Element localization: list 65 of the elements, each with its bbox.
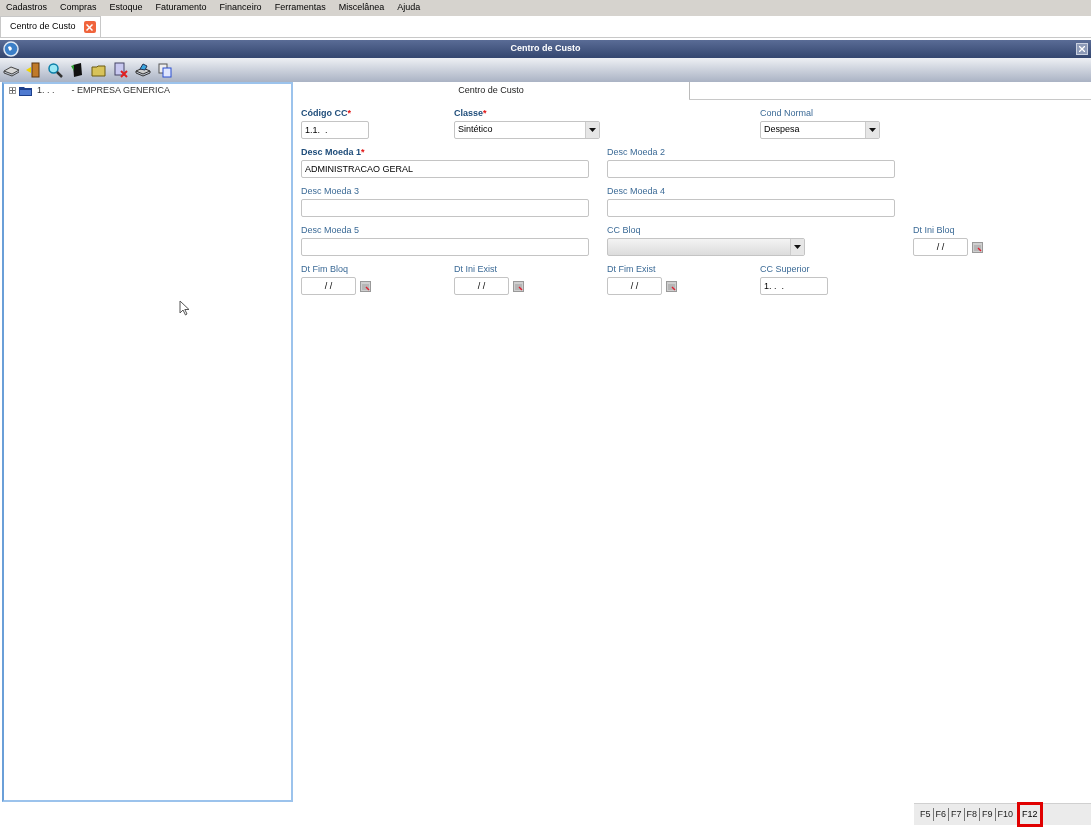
- calendar-icon[interactable]: [666, 280, 677, 292]
- input-field[interactable]: ADMINISTRACAO GERAL: [301, 160, 589, 178]
- input-field[interactable]: [607, 160, 895, 178]
- menu-item[interactable]: Estoque: [109, 1, 143, 15]
- copy-icon[interactable]: [157, 62, 173, 78]
- dropdown[interactable]: Despesa: [760, 121, 880, 139]
- calendar-icon[interactable]: [972, 241, 983, 253]
- field-label: CC Superior: [760, 263, 811, 275]
- caret-icon: [790, 239, 804, 255]
- calendar-icon[interactable]: [513, 280, 524, 292]
- menu-item[interactable]: Compras: [60, 1, 97, 15]
- folder-icon[interactable]: [91, 62, 107, 78]
- field-label: Dt Fim Bloq: [301, 263, 349, 275]
- field-label: Cond Normal: [760, 107, 815, 119]
- input-field[interactable]: [607, 199, 895, 217]
- field-label: Dt Ini Bloq: [913, 224, 956, 236]
- binder-icon[interactable]: [69, 62, 85, 78]
- menu-item[interactable]: Miscelânea: [338, 1, 385, 15]
- expander-icon[interactable]: [9, 87, 16, 94]
- field-label: CC Bloq: [607, 224, 642, 236]
- search-icon[interactable]: [47, 62, 63, 78]
- menu-item[interactable]: Faturamento: [155, 1, 207, 15]
- printer-icon[interactable]: [135, 62, 151, 78]
- function-key[interactable]: F10: [994, 807, 1016, 822]
- function-key[interactable]: F12: [1017, 801, 1043, 828]
- door-exit-icon[interactable]: [25, 62, 41, 78]
- globe-icon: [3, 41, 19, 57]
- delete-document-icon[interactable]: [113, 62, 129, 78]
- field-label: Desc Moeda 3: [301, 185, 361, 197]
- date-field[interactable]: / /: [301, 277, 356, 295]
- field-label: Desc Moeda 1*: [301, 146, 366, 158]
- field-label: Desc Moeda 2: [607, 146, 667, 158]
- cursor-icon: [179, 300, 190, 316]
- caret-icon: [585, 122, 599, 138]
- function-key[interactable]: F6: [932, 807, 949, 822]
- tab[interactable]: Centro de Custo: [0, 16, 101, 37]
- tree-node-label[interactable]: - EMPRESA GENERICA: [71, 83, 171, 98]
- function-key[interactable]: F9: [979, 807, 995, 822]
- input-field[interactable]: 1.1. .: [301, 121, 369, 139]
- input-field[interactable]: [301, 238, 589, 256]
- field-label: Desc Moeda 5: [301, 224, 361, 236]
- input-field[interactable]: 1. . .: [760, 277, 828, 295]
- calendar-icon[interactable]: [360, 280, 371, 292]
- menu-item[interactable]: Cadastros: [6, 1, 48, 15]
- menu-item[interactable]: Ajuda: [397, 1, 421, 15]
- menu-item[interactable]: Ferramentas: [274, 1, 326, 15]
- dropdown[interactable]: Sintético: [454, 121, 600, 139]
- function-key[interactable]: F5: [918, 807, 933, 822]
- date-field[interactable]: / /: [607, 277, 662, 295]
- field-label: Desc Moeda 4: [607, 185, 667, 197]
- field-label: Dt Fim Exist: [607, 263, 657, 275]
- folder-icon: [19, 85, 32, 96]
- function-key[interactable]: F8: [963, 807, 980, 822]
- input-field[interactable]: [301, 199, 589, 217]
- tree-node-code[interactable]: 1. . .: [37, 83, 55, 98]
- field-label: Código CC*: [301, 107, 352, 119]
- field-label: Dt Ini Exist: [454, 263, 498, 275]
- date-field[interactable]: / /: [454, 277, 509, 295]
- caret-icon: [865, 122, 879, 138]
- window-title: Centro de Custo: [510, 42, 581, 56]
- field-label: Classe*: [454, 107, 488, 119]
- date-field[interactable]: / /: [913, 238, 968, 256]
- menu-item[interactable]: Financeiro: [219, 1, 262, 15]
- close-icon[interactable]: [83, 21, 96, 33]
- function-key[interactable]: F7: [948, 807, 964, 822]
